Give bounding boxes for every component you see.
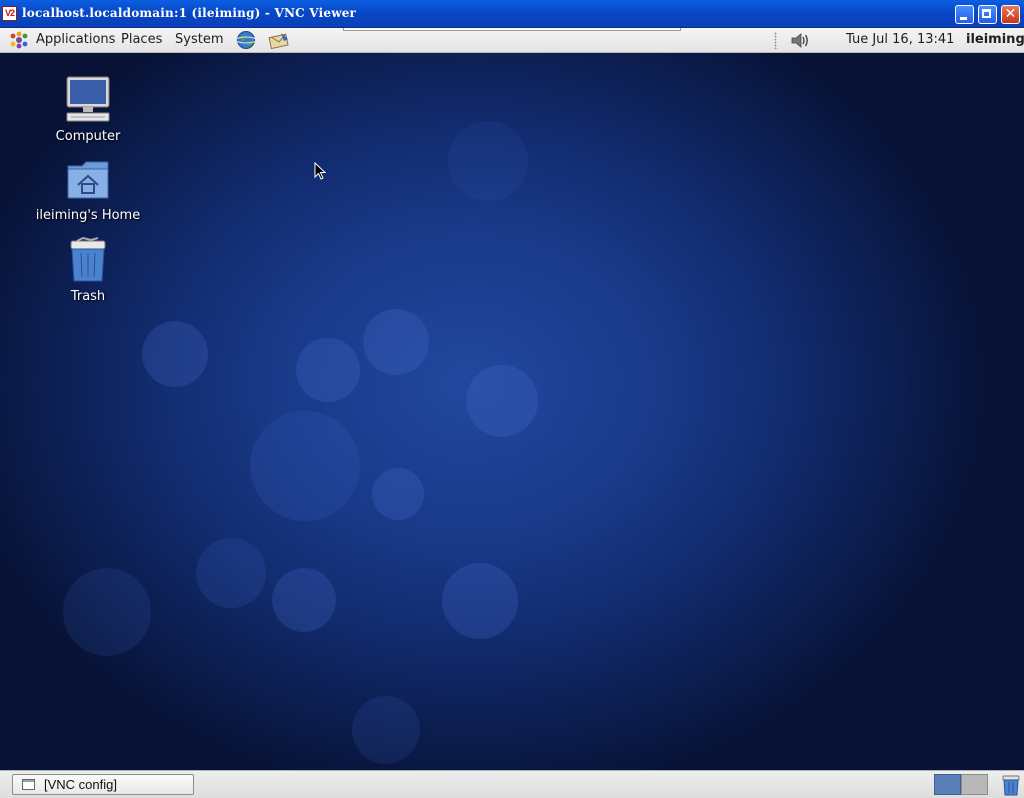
desktop-icon-computer[interactable]: Computer bbox=[33, 75, 143, 144]
mail-client-icon[interactable] bbox=[267, 30, 291, 50]
desktop-icon-label: Computer bbox=[55, 129, 121, 144]
workspace-2[interactable] bbox=[961, 774, 988, 795]
menu-system[interactable]: System bbox=[175, 32, 223, 47]
wallpaper-bokeh bbox=[363, 309, 429, 375]
mouse-cursor-icon bbox=[314, 162, 326, 180]
minimize-icon bbox=[960, 17, 967, 20]
trash-icon bbox=[70, 237, 106, 282]
wallpaper-bokeh bbox=[466, 365, 538, 437]
trash-icon[interactable] bbox=[1000, 774, 1022, 796]
wallpaper-bokeh bbox=[272, 568, 336, 632]
volume-icon[interactable] bbox=[790, 31, 812, 50]
desktop-icon-trash[interactable]: Trash bbox=[33, 237, 143, 304]
wallpaper-bokeh bbox=[196, 538, 266, 608]
wallpaper-bokeh bbox=[442, 563, 518, 639]
maximize-icon bbox=[982, 9, 991, 18]
panel-separator bbox=[774, 32, 777, 49]
wallpaper-bokeh bbox=[142, 321, 208, 387]
desktop-icon-label: ileiming's Home bbox=[35, 208, 141, 223]
menu-places[interactable]: Places bbox=[121, 32, 162, 47]
menu-applications[interactable]: Applications bbox=[36, 32, 115, 47]
desktop[interactable]: Computer ileiming's Home Trash bbox=[0, 53, 1024, 770]
wallpaper-bokeh bbox=[250, 411, 360, 521]
minimize-button[interactable] bbox=[955, 5, 974, 24]
bottom-panel: [VNC config] bbox=[0, 770, 1024, 798]
wallpaper-bokeh bbox=[63, 568, 151, 656]
computer-icon bbox=[66, 76, 110, 122]
vnc-toolbar-handle[interactable] bbox=[343, 28, 681, 31]
maximize-button[interactable] bbox=[978, 5, 997, 24]
gnome-foot-icon bbox=[10, 31, 28, 49]
window-icon bbox=[22, 779, 35, 790]
close-button[interactable]: ✕ bbox=[1001, 5, 1020, 24]
top-panel: Applications Places System Tue Jul 16, 1… bbox=[0, 28, 1024, 53]
vnc-window-titlebar[interactable]: V2 localhost.localdomain:1 (ileiming) - … bbox=[0, 0, 1024, 28]
wallpaper-bokeh bbox=[372, 468, 424, 520]
taskbar-button-vnc-config[interactable]: [VNC config] bbox=[12, 774, 194, 795]
wallpaper-bokeh bbox=[352, 696, 420, 764]
workspace-1[interactable] bbox=[934, 774, 961, 795]
desktop-icon-label: Trash bbox=[70, 289, 106, 304]
taskbar-button-label: [VNC config] bbox=[44, 777, 117, 792]
home-folder-icon bbox=[67, 161, 109, 199]
window-title: localhost.localdomain:1 (ileiming) - VNC… bbox=[22, 6, 357, 20]
desktop-icon-home[interactable]: ileiming's Home bbox=[33, 158, 143, 223]
clock[interactable]: Tue Jul 16, 13:41 bbox=[846, 32, 954, 47]
wallpaper-bokeh bbox=[448, 121, 528, 201]
vnc-app-icon[interactable]: V2 bbox=[2, 6, 17, 21]
close-icon: ✕ bbox=[1004, 6, 1017, 22]
web-browser-icon[interactable] bbox=[235, 30, 257, 50]
user-switcher[interactable]: ileiming bbox=[966, 32, 1024, 47]
wallpaper-bokeh bbox=[296, 338, 360, 402]
